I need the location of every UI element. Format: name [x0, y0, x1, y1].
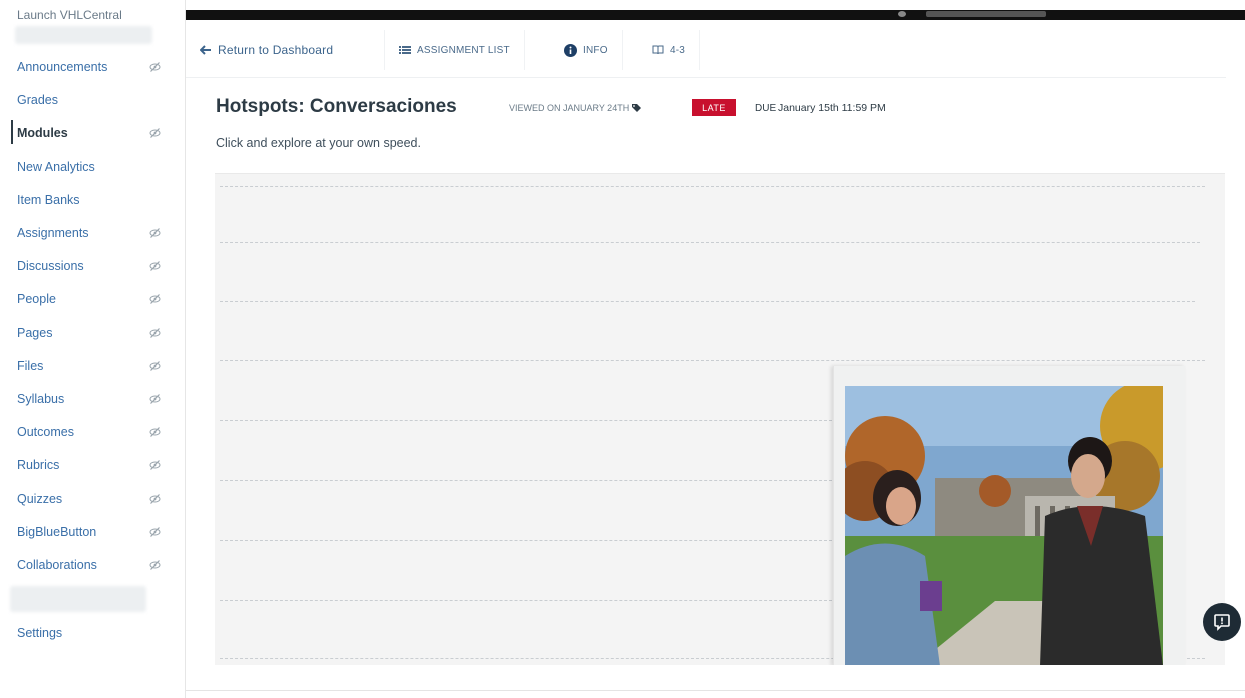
top-bar-control[interactable] — [926, 11, 1046, 17]
list-icon — [399, 46, 411, 54]
sidebar-item-rubrics[interactable]: Rubrics — [17, 455, 167, 475]
chat-icon — [1214, 614, 1230, 631]
notebook-line — [220, 242, 1200, 243]
sidebar-item-label: Pages — [17, 325, 53, 340]
content-bottom-border — [186, 690, 1245, 691]
return-to-dashboard-button[interactable]: Return to Dashboard — [200, 30, 347, 70]
sidebar-item-label: People — [17, 292, 56, 307]
sidebar-item-pages[interactable]: Pages — [17, 323, 167, 343]
sidebar-item-settings[interactable]: Settings — [17, 623, 167, 643]
notebook-line — [220, 420, 832, 421]
blurred-nav-item — [10, 586, 146, 612]
sidebar-item-label: Modules — [17, 126, 68, 141]
page-indicator-button[interactable]: 4-3 — [638, 30, 701, 70]
active-nav-indicator — [11, 120, 13, 144]
sidebar-item-modules[interactable]: Modules — [17, 123, 167, 143]
course-navigation-sidebar: Launch VHLCentral Announcements Grades Mod… — [0, 0, 186, 698]
assignment-list-label: ASSIGNMENT LIST — [417, 44, 510, 56]
due-label: DUE — [755, 103, 777, 114]
info-button[interactable]: INFO — [550, 30, 623, 70]
blurred-nav-item — [15, 26, 152, 44]
sidebar-item-item-banks[interactable]: Item Banks — [17, 190, 167, 210]
sidebar-item-label: Syllabus — [17, 392, 65, 406]
sidebar-item-label: Discussions — [17, 259, 84, 274]
hidden-from-students-icon — [149, 393, 161, 405]
hotspot-activity-canvas[interactable] — [215, 173, 1225, 665]
sidebar-item-discussions[interactable]: Discussions — [17, 256, 167, 276]
notebook-line — [220, 540, 832, 541]
sidebar-item-grades[interactable]: Grades — [17, 90, 167, 110]
hidden-from-students-icon — [149, 227, 161, 239]
sidebar-item-new-analytics[interactable]: New Analytics — [17, 157, 167, 177]
assignment-toolbar: Return to Dashboard ASSIGNMENT LIST INFO… — [186, 22, 1226, 78]
sidebar-item-label: Settings — [17, 626, 63, 640]
viewed-status-label: VIEWED ON JANUARY 24TH — [509, 103, 630, 113]
sidebar-item-people[interactable]: People — [17, 289, 167, 309]
return-to-dashboard-label: Return to Dashboard — [218, 43, 334, 57]
notebook-line — [220, 600, 832, 601]
page-indicator-label: 4-3 — [670, 44, 686, 56]
hidden-from-students-icon — [149, 61, 161, 73]
sidebar-item-label: Assignments — [17, 226, 89, 240]
notebook-line — [220, 186, 1205, 187]
hidden-from-students-icon — [149, 459, 161, 471]
book-icon — [652, 45, 664, 55]
sidebar-item-announcements[interactable]: Announcements — [17, 57, 167, 77]
sidebar-item-quizzes[interactable]: Quizzes — [17, 489, 167, 509]
top-bar-indicator — [898, 11, 906, 17]
hidden-from-students-icon — [149, 127, 161, 139]
hidden-from-students-icon — [149, 293, 161, 305]
sidebar-item-collaborations[interactable]: Collaborations — [17, 555, 167, 575]
hidden-from-students-icon — [149, 559, 161, 571]
help-chat-button[interactable] — [1203, 603, 1241, 641]
tag-icon — [632, 103, 642, 112]
sidebar-item-label: BigBlueButton — [17, 524, 97, 539]
sidebar-item-label: Collaborations — [17, 558, 97, 572]
return-arrow-icon — [200, 45, 211, 55]
sidebar-item-bigbluebutton[interactable]: BigBlueButton — [17, 522, 167, 542]
info-label: INFO — [583, 44, 608, 56]
sidebar-item-label: Rubrics — [17, 458, 60, 473]
sidebar-item-label: Outcomes — [17, 425, 74, 440]
hidden-from-students-icon — [149, 426, 161, 438]
launch-vhlcentral-link[interactable]: Launch VHLCentral — [17, 8, 122, 22]
page-title: Hotspots: Conversaciones — [216, 96, 457, 117]
notebook-line — [220, 480, 832, 481]
due-date: January 15th 11:59 PM — [778, 102, 886, 114]
conversation-photo[interactable] — [845, 386, 1163, 665]
notebook-line — [220, 301, 1195, 302]
hidden-from-students-icon — [149, 360, 161, 372]
hidden-from-students-icon — [149, 526, 161, 538]
sidebar-item-assignments[interactable]: Assignments — [17, 223, 167, 243]
hidden-from-students-icon — [149, 260, 161, 272]
sidebar-item-label: Files — [17, 358, 44, 373]
player-top-bar — [186, 10, 1245, 20]
activity-instructions: Click and explore at your own speed. — [216, 136, 421, 150]
sidebar-item-label: New Analytics — [17, 159, 95, 174]
hidden-from-students-icon — [149, 493, 161, 505]
notebook-line — [220, 360, 1205, 361]
late-status-badge: LATE — [692, 99, 736, 116]
sidebar-item-label: Announcements — [17, 60, 108, 74]
hidden-from-students-icon — [149, 327, 161, 339]
sidebar-item-label: Grades — [17, 93, 58, 108]
sidebar-item-label: Item Banks — [17, 192, 80, 207]
sidebar-item-label: Quizzes — [17, 491, 63, 506]
sidebar-item-files[interactable]: Files — [17, 356, 167, 376]
assignment-list-button[interactable]: ASSIGNMENT LIST — [384, 30, 525, 70]
sidebar-item-outcomes[interactable]: Outcomes — [17, 422, 167, 442]
info-icon — [564, 43, 577, 57]
sidebar-item-syllabus[interactable]: Syllabus — [17, 389, 167, 409]
viewed-status: VIEWED ON JANUARY 24TH — [509, 103, 642, 113]
